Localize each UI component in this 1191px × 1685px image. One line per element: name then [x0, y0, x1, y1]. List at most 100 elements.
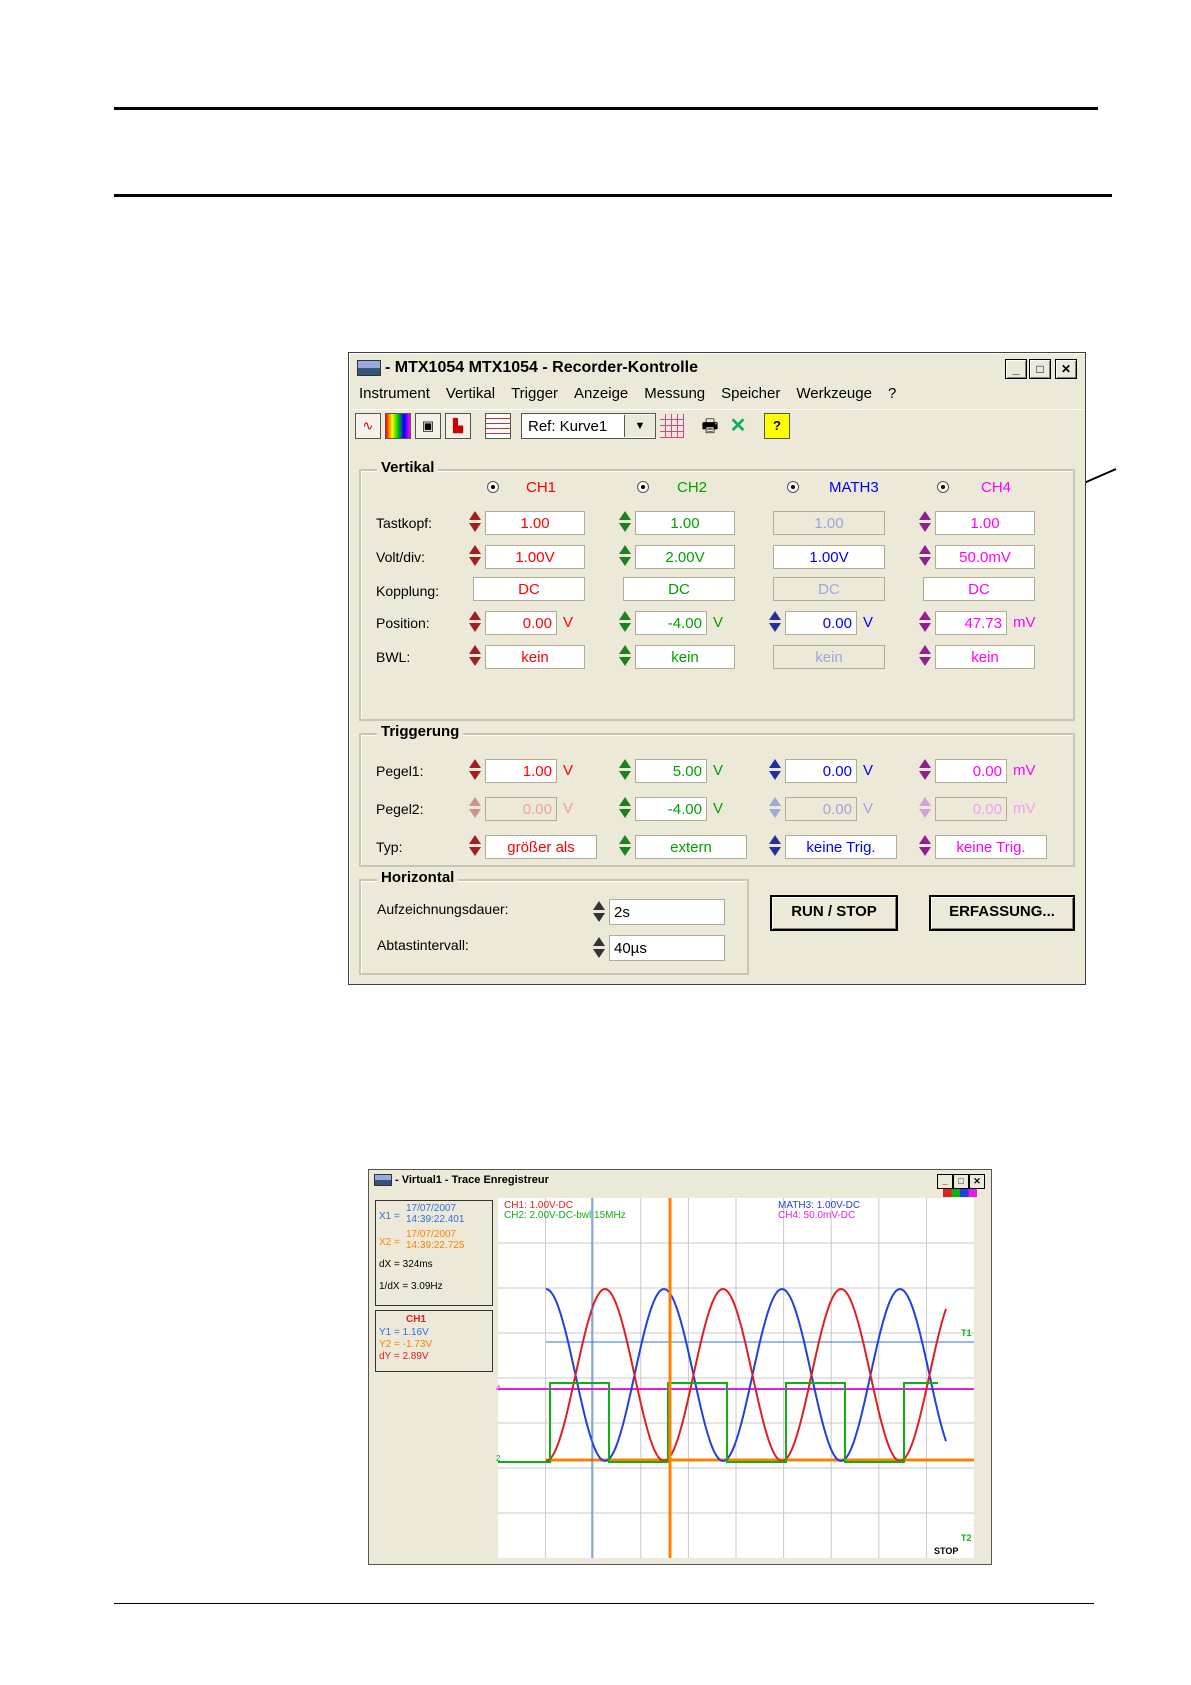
ch1-tastkopf-spinner[interactable] [469, 511, 481, 535]
ch2-position-field[interactable]: -4.00 [635, 611, 707, 635]
minimize-button[interactable]: _ [1005, 359, 1027, 379]
ch2-position-spinner[interactable] [619, 611, 631, 635]
math3-pegel1-field[interactable]: 0.00 [785, 759, 857, 783]
ch2-tastkopf-field[interactable]: 1.00 [635, 511, 735, 535]
x1-time: 14:39:22.401 [406, 1214, 465, 1225]
math3-pegel2-spinner [769, 797, 781, 821]
ch4-bwl-field[interactable]: kein [935, 645, 1035, 669]
math3-typ-spinner[interactable] [769, 835, 781, 859]
abtastintervall-spinner[interactable] [593, 937, 605, 961]
dy-value: dY = 2.89V [379, 1351, 429, 1362]
menu-anzeige[interactable]: Anzeige [574, 383, 628, 405]
scope-label-ch4: CH4: 50.0mV-DC [778, 1210, 856, 1221]
ch1-kopplung-field[interactable]: DC [473, 577, 585, 601]
waveform-icon[interactable]: ∿ [355, 413, 381, 439]
grid-icon[interactable] [660, 414, 684, 438]
ch1-tastkopf-field[interactable]: 1.00 [485, 511, 585, 535]
menu-instrument[interactable]: Instrument [359, 383, 430, 405]
ch1-typ-spinner[interactable] [469, 835, 481, 859]
ch1-pegel1-field[interactable]: 1.00 [485, 759, 557, 783]
ch4-typ-field[interactable]: keine Trig. [935, 835, 1047, 859]
ch2-tastkopf-spinner[interactable] [619, 511, 631, 535]
close-button[interactable]: ✕ [1055, 359, 1077, 379]
ch4-position-field[interactable]: 47.73 [935, 611, 1007, 635]
ch1-volt-div-spinner[interactable] [469, 545, 481, 569]
menu-speicher[interactable]: Speicher [721, 383, 780, 405]
ch2-volt-div-field[interactable]: 2.00V [635, 545, 735, 569]
menu-vertikal[interactable]: Vertikal [446, 383, 495, 405]
help-icon[interactable]: ? [764, 413, 790, 439]
math3-radio[interactable] [787, 481, 799, 493]
menu-help[interactable]: ? [888, 383, 896, 405]
ch1-pegel1-spinner[interactable] [469, 759, 481, 783]
color-bars-icon[interactable] [385, 413, 411, 439]
run-stop-button[interactable]: RUN / STOP [770, 895, 898, 931]
table-icon[interactable] [485, 413, 511, 439]
ch2-bwl-field[interactable]: kein [635, 645, 735, 669]
math3-pegel1-spinner[interactable] [769, 759, 781, 783]
chevron-down-icon[interactable]: ▼ [624, 415, 655, 437]
vertikal-legend: Vertikal [377, 459, 439, 476]
excel-icon[interactable]: ✕ [726, 414, 750, 438]
display-icon[interactable]: ▣ [415, 413, 441, 439]
ch2-typ-spinner[interactable] [619, 835, 631, 859]
ch4-volt-div-field[interactable]: 50.0mV [935, 545, 1035, 569]
ch2-radio[interactable] [637, 481, 649, 493]
ch1-radio[interactable] [487, 481, 499, 493]
ch2-pegel2-field[interactable]: -4.00 [635, 797, 707, 821]
ch4-tastkopf-spinner[interactable] [919, 511, 931, 535]
menu-werkzeuge[interactable]: Werkzeuge [796, 383, 872, 405]
trace-maximize-button[interactable]: □ [953, 1174, 969, 1189]
ch1-bwl-spinner[interactable] [469, 645, 481, 669]
menu-trigger[interactable]: Trigger [511, 383, 558, 405]
maximize-button[interactable]: □ [1029, 359, 1051, 379]
vertikal-group: Vertikal Tastkopf: Volt/div: Kopplung: P… [359, 459, 1075, 721]
title-bar[interactable]: - MTX1054 MTX1054 - Recorder-Kontrolle _… [351, 355, 1083, 381]
ch1-volt-div-field[interactable]: 1.00V [485, 545, 585, 569]
histogram-icon[interactable]: ▙ [445, 413, 471, 439]
label-position: Position: [376, 615, 430, 631]
dx-value: dX = 324ms [379, 1259, 433, 1270]
abtastintervall-field[interactable]: 40µs [609, 935, 725, 961]
ch4-volt-div-spinner[interactable] [919, 545, 931, 569]
erfassung-button[interactable]: ERFASSUNG... [929, 895, 1075, 931]
ch4-radio[interactable] [937, 481, 949, 493]
ch1-typ-field[interactable]: größer als [485, 835, 597, 859]
ch1-position-field[interactable]: 0.00 [485, 611, 557, 635]
ch2-volt-div-spinner[interactable] [619, 545, 631, 569]
ch4-bwl-spinner[interactable] [919, 645, 931, 669]
math3-position-spinner[interactable] [769, 611, 781, 635]
math3-position-field[interactable]: 0.00 [785, 611, 857, 635]
ch2-kopplung-field[interactable]: DC [623, 577, 735, 601]
channel-color-icons[interactable] [943, 1189, 977, 1197]
math3-volt-div-field[interactable]: 1.00V [773, 545, 885, 569]
trace-title-bar[interactable]: - Virtual1 - Trace Enregistreur _ □ ✕ [371, 1172, 989, 1189]
ch1-position-unit: V [563, 614, 574, 631]
ch4-typ-spinner[interactable] [919, 835, 931, 859]
trace-window: - Virtual1 - Trace Enregistreur _ □ ✕ X1… [368, 1169, 992, 1565]
aufzeichnungsdauer-field[interactable]: 2s [609, 899, 725, 925]
aufzeichnungsdauer-spinner[interactable] [593, 901, 605, 925]
label-bwl: BWL: [376, 649, 411, 665]
reference-select[interactable]: Ref: Kurve1 ▼ [521, 413, 656, 439]
header-rule [114, 194, 1112, 197]
ch2-bwl-spinner[interactable] [619, 645, 631, 669]
math3-typ-field[interactable]: keine Trig. [785, 835, 897, 859]
ch1-position-spinner[interactable] [469, 611, 481, 635]
printer-icon[interactable]: 🖶 [698, 414, 722, 438]
ch2-pegel1-spinner[interactable] [619, 759, 631, 783]
menu-messung[interactable]: Messung [644, 383, 705, 405]
ch4-position-spinner[interactable] [919, 611, 931, 635]
ch4-kopplung-field[interactable]: DC [923, 577, 1035, 601]
ch4-tastkopf-field[interactable]: 1.00 [935, 511, 1035, 535]
ch4-pegel1-field[interactable]: 0.00 [935, 759, 1007, 783]
scope-display[interactable]: CH1: 1.00V-DC CH2: 2.00V-DC-bwl 15MHz MA… [496, 1198, 974, 1558]
ch2-typ-field[interactable]: extern [635, 835, 747, 859]
ch1-bwl-field[interactable]: kein [485, 645, 585, 669]
math3-header: MATH3 [829, 479, 879, 496]
ch4-pegel1-spinner[interactable] [919, 759, 931, 783]
trace-minimize-button[interactable]: _ [937, 1174, 953, 1189]
trace-close-button[interactable]: ✕ [969, 1174, 985, 1189]
ch2-pegel2-spinner[interactable] [619, 797, 631, 821]
ch2-pegel1-field[interactable]: 5.00 [635, 759, 707, 783]
